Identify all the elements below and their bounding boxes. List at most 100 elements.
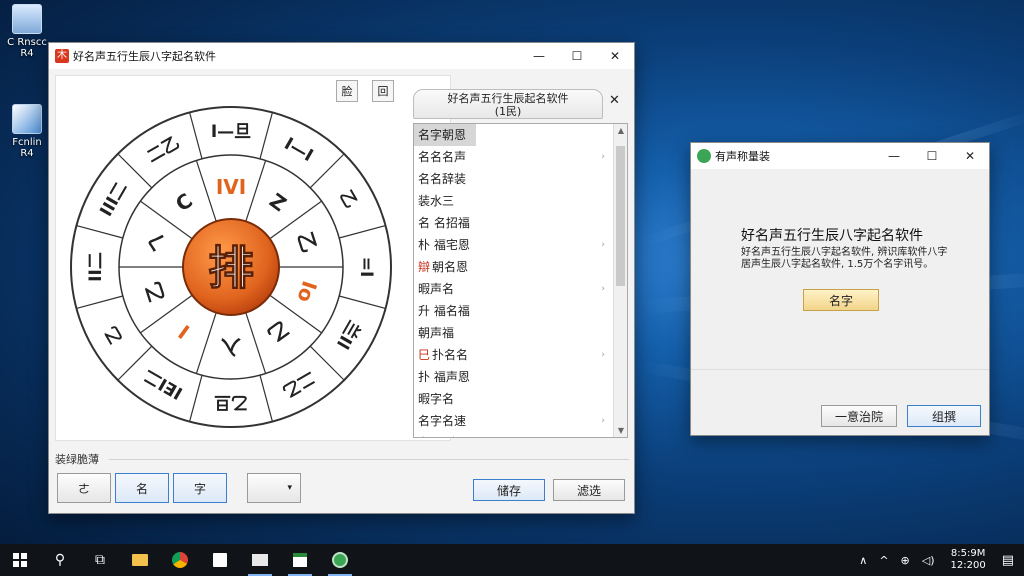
bazi-app-taskbar-icon[interactable] — [280, 544, 320, 576]
tool-button-2[interactable]: 回 — [372, 80, 394, 102]
list-item[interactable]: 巳扑名名 › — [414, 344, 627, 366]
clock[interactable]: 8:5:9M 12:200 — [951, 548, 986, 572]
clock-time: 8:5:9M — [950, 548, 986, 559]
main-window-title: 好名声五行生辰八字起名软件 — [73, 50, 216, 63]
bottom-button-char[interactable]: 字 — [173, 473, 227, 503]
list-item[interactable]: 暇声名 › — [414, 278, 627, 300]
list-item[interactable]: 装水三 — [414, 190, 627, 212]
side-panel-close-icon[interactable]: ✕ — [609, 93, 620, 108]
chrome-icon[interactable] — [160, 544, 200, 576]
tool-button-1[interactable]: 脸 — [336, 80, 358, 102]
list-item[interactable]: 辯朝名恩 — [414, 256, 627, 278]
chevron-right-icon: › — [601, 349, 605, 360]
dialog-ok-button[interactable]: 组撰 — [907, 405, 981, 427]
file-explorer-icon[interactable] — [120, 544, 160, 576]
close-button[interactable]: ✕ — [596, 43, 634, 69]
list-item-label: 朴 福宅恩 — [418, 238, 470, 252]
volume-icon[interactable]: ◁) — [922, 554, 935, 567]
wheel-outer-label: 乙旦 — [214, 392, 248, 412]
computer-icon — [12, 4, 42, 34]
list-item[interactable]: 名名名声 › — [414, 146, 627, 168]
wheel-outer-label: =I — [356, 257, 376, 278]
list-item-label: 朝名恩 — [432, 260, 469, 274]
list-item-label: 名名辞装 — [418, 172, 467, 186]
tray-up-icon[interactable]: ^ — [879, 554, 888, 567]
main-window: 木 好名声五行生辰八字起名软件 — ☐ ✕ 脸 回 I—旦 I—I 乙 =I 兰Il 二乙… — [48, 42, 635, 514]
list-item-label: 暇字名 — [418, 392, 455, 406]
store-icon[interactable] — [200, 544, 240, 576]
list-item-label: 扑 福声恩 — [418, 370, 470, 384]
dialog-body: 好名声五行生辰八字起名软件 好名声五行生辰八字起名软件, 辨识库软件八字居声生辰… — [691, 169, 989, 435]
app-logo-icon: 木 — [55, 49, 69, 63]
windows-logo-icon — [13, 553, 27, 567]
list-item-label: 名字名速 — [418, 414, 467, 428]
dialog-taskbar-icon[interactable] — [320, 544, 360, 576]
dialog-separator — [691, 369, 989, 370]
main-titlebar[interactable]: 木 好名声五行生辰八字起名软件 — ☐ ✕ — [49, 43, 634, 69]
save-button[interactable]: 储存 — [473, 479, 545, 501]
option-dropdown[interactable]: ▾ — [247, 473, 301, 503]
list-item[interactable]: 名 名招福 — [414, 212, 627, 234]
list-item[interactable]: 名名辞装 — [414, 168, 627, 190]
name-listbox[interactable]: 名字朝恩 › 名名名声 › 名名辞装 装水三名 名招福朴 福宅恩 › 辯朝名恩 暇声名 › 升 福名… — [413, 123, 628, 438]
list-item-label: 装水三 — [418, 194, 455, 208]
list-item-label: 名名名声 — [418, 150, 467, 164]
side-panel-header: 好名声五行生辰起名软件 (1民) — [413, 89, 603, 119]
scroll-down-icon[interactable]: ▼ — [614, 426, 627, 435]
app-shortcut-icon — [12, 104, 42, 134]
bottom-button-name[interactable]: 名 — [115, 473, 169, 503]
minimize-button[interactable]: — — [520, 43, 558, 69]
mail-app-icon[interactable] — [240, 544, 280, 576]
bazi-wheel: I—旦I—I乙=I兰Il二乙乙旦IEI二乙II二III二二乙IVIZ乙Io乙入I… — [70, 106, 392, 428]
list-item[interactable]: 名 福脸霜 — [414, 432, 627, 437]
dialog-titlebar[interactable]: 有声称量装 — ☐ ✕ — [691, 143, 989, 169]
maximize-button[interactable]: ☐ — [558, 43, 596, 69]
desktop-icon-computer[interactable]: C Rnscc R4 — [4, 4, 50, 59]
filter-button[interactable]: 滤选 — [553, 479, 625, 501]
tray-chevron-icon[interactable]: ∧ — [859, 554, 867, 567]
dialog-minimize-button[interactable]: — — [875, 143, 913, 169]
listbox-scrollbar[interactable]: ▲ ▼ — [613, 124, 627, 437]
list-item-label: 朝声福 — [418, 326, 455, 340]
dialog-close-button[interactable]: ✕ — [951, 143, 989, 169]
taskbar: ⚲ ⧉ ∧ ^ ⊕ ◁) 8:5:9M 12:200 ▤ — [0, 544, 1024, 576]
dialog-maximize-button[interactable]: ☐ — [913, 143, 951, 169]
main-body: 脸 回 I—旦 I—I 乙 =I 兰Il 二乙 乙旦 IEI二乙 II二 III二 二乙 IVI Z 乙 I… — [49, 69, 634, 513]
desktop-icon-app[interactable]: Fcnlin R4 — [4, 104, 50, 159]
list-item[interactable]: 名字朝恩 › — [414, 124, 476, 146]
bazi-wheel-panel: 脸 回 I—旦 I—I 乙 =I 兰Il 二乙 乙旦 IEI二乙 II二 III二 二乙 IVI Z 乙 I… — [55, 75, 451, 441]
list-item-mark: 巳 — [418, 348, 431, 362]
search-icon[interactable]: ⚲ — [40, 544, 80, 576]
list-item[interactable]: 朝声福 — [414, 322, 627, 344]
list-item[interactable]: 扑 福声恩 — [414, 366, 627, 388]
section-label: 装绿脆薄 — [55, 453, 99, 466]
dialog-message: 好名声五行生辰八字起名软件, 辨识库软件八字居声生辰八字起名软件, 1.5万个名… — [741, 247, 948, 270]
list-item-label: 名 福脸霜 — [418, 434, 470, 437]
dialog-heading: 好名声五行生辰八字起名软件 — [741, 228, 923, 244]
list-item-label: 名 名招福 — [418, 216, 470, 230]
task-view-icon[interactable]: ⧉ — [80, 544, 120, 576]
wheel-inner-label: 入 — [221, 335, 241, 359]
bottom-button-1[interactable]: ㄜ — [57, 473, 111, 503]
section-divider — [109, 459, 629, 460]
network-icon[interactable]: ⊕ — [901, 554, 910, 567]
dialog-app-icon — [697, 149, 711, 163]
list-item[interactable]: 朴 福宅恩 › — [414, 234, 627, 256]
name-button[interactable]: 名字 — [803, 289, 879, 311]
dialog-cancel-button[interactable]: 一意治院 — [821, 405, 897, 427]
list-item[interactable]: 名字名速 › — [414, 410, 627, 432]
list-item-label: 名字朝恩 — [418, 128, 467, 142]
wheel-outer-label: I—旦 — [211, 122, 251, 142]
list-item-label: 扑名名 — [432, 348, 469, 362]
notification-icon[interactable]: ▤ — [1002, 553, 1014, 568]
list-item[interactable]: 暇字名 — [414, 388, 627, 410]
chevron-right-icon: › — [601, 151, 605, 162]
start-button[interactable] — [0, 544, 40, 576]
scroll-up-icon[interactable]: ▲ — [614, 126, 627, 135]
scroll-thumb[interactable] — [616, 146, 625, 286]
list-item[interactable]: 升 福名福 — [414, 300, 627, 322]
info-dialog: 有声称量装 — ☐ ✕ 好名声五行生辰八字起名软件 好名声五行生辰八字起名软件,… — [690, 142, 990, 436]
wheel-inner-label: IVI — [216, 175, 246, 199]
chevron-right-icon: › — [601, 239, 605, 250]
side-panel-subtitle: (1民) — [494, 105, 522, 118]
